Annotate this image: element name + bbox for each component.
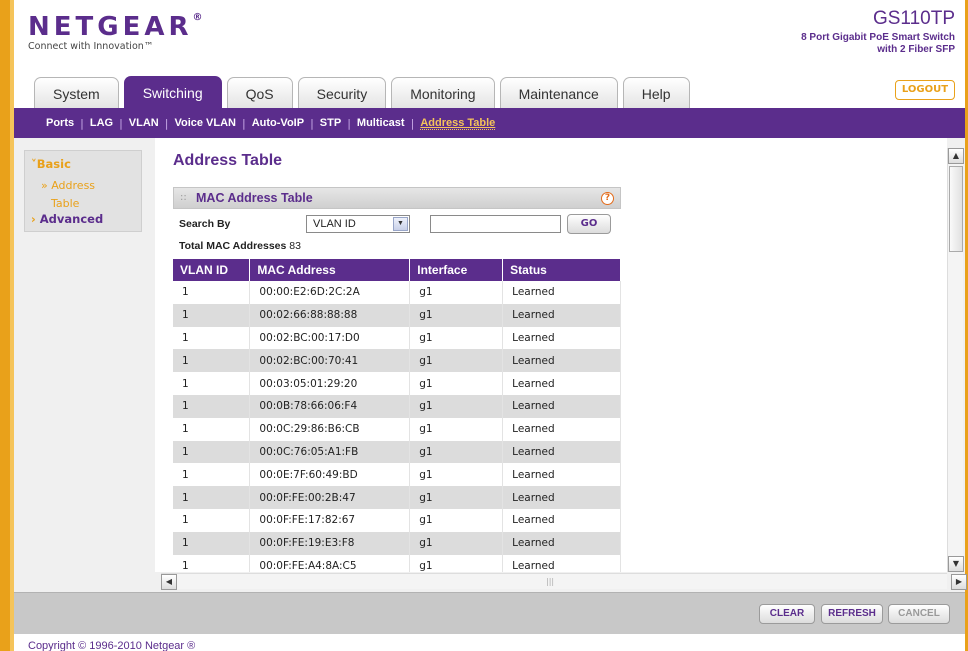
subnav-multicast[interactable]: Multicast (357, 117, 405, 129)
table-row[interactable]: 1 00:0F:FE:00:2B:47 g1 Learned (173, 486, 621, 509)
header: NETGEAR® Connect with Innovation™ GS110T… (14, 0, 965, 76)
column-header-vlan-id[interactable]: VLAN ID (173, 259, 251, 281)
subnav-address-table[interactable]: Address Table (420, 117, 496, 130)
logout-button[interactable]: LOGOUT (895, 80, 955, 100)
table-row[interactable]: 1 00:0B:78:66:06:F4 g1 Learned (173, 394, 621, 418)
help-icon[interactable]: ? (601, 192, 614, 205)
nav-address-table[interactable]: » Address Table (41, 177, 95, 213)
total-mac-addresses: Total MAC Addresses 83 (179, 240, 301, 252)
search-by-label: Search By (179, 218, 231, 230)
horizontal-scrollbar[interactable]: ◀ ||| ▶ (161, 573, 967, 590)
column-header-status[interactable]: Status (502, 259, 621, 281)
netgear-logo: NETGEAR® (28, 12, 203, 42)
refresh-button[interactable]: REFRESH (821, 604, 883, 624)
subnav-vlan[interactable]: VLAN (129, 117, 159, 129)
chevron-down-icon[interactable]: ▼ (393, 217, 408, 231)
table-row[interactable]: 1 00:0C:29:86:B6:CB g1 Learned (173, 417, 621, 441)
table-row[interactable]: 1 00:0F:FE:19:E3:F8 g1 Learned (173, 531, 621, 555)
tab-system[interactable]: System (34, 77, 119, 108)
subnav-lag[interactable]: LAG (90, 117, 113, 129)
table-row[interactable]: 1 00:02:BC:00:17:D0 g1 Learned (173, 326, 621, 350)
subnav: Ports | LAG | VLAN | Voice VLAN | Auto-V… (14, 108, 965, 138)
tab-security[interactable]: Security (297, 77, 387, 108)
scroll-left-icon[interactable]: ◀ (161, 574, 177, 590)
model-name: GS110TP (872, 8, 955, 29)
main-panel: Address Table :: MAC Address Table ? Sea… (155, 138, 947, 572)
column-header-mac-address[interactable]: MAC Address (249, 259, 411, 281)
table-row[interactable]: 1 00:03:05:01:29:20 g1 Learned (173, 372, 621, 395)
go-button[interactable]: GO (567, 214, 611, 234)
panel-title: MAC Address Table (196, 191, 313, 205)
table-row[interactable]: 1 00:02:BC:00:70:41 g1 Learned (173, 349, 621, 373)
nav-basic[interactable]: ˅Basic (31, 157, 71, 171)
tagline: Connect with Innovation™ (28, 41, 154, 52)
search-input[interactable] (430, 215, 561, 233)
panel-header: :: MAC Address Table ? (173, 187, 621, 209)
table-row[interactable]: 1 00:0F:FE:A4:8A:C5 g1 Learned (173, 554, 621, 572)
model-description: 8 Port Gigabit PoE Smart Switch with 2 F… (801, 32, 955, 55)
copyright: Copyright © 1996-2010 Netgear ® (28, 640, 196, 651)
table-row[interactable]: 1 00:0F:FE:17:82:67 g1 Learned (173, 508, 621, 532)
table-row[interactable]: 1 00:0C:76:05:A1:FB g1 Learned (173, 440, 621, 464)
table-row[interactable]: 1 00:02:66:88:88:88 g1 Learned (173, 303, 621, 327)
cancel-button[interactable]: CANCEL (888, 604, 950, 624)
chevron-right-icon: › (31, 212, 40, 226)
nav-advanced[interactable]: › Advanced (31, 212, 103, 226)
tab-monitoring[interactable]: Monitoring (391, 77, 495, 108)
subnav-voice-vlan[interactable]: Voice VLAN (174, 117, 236, 129)
tab-switching[interactable]: Switching (123, 76, 222, 108)
table-row[interactable]: 1 00:0E:7F:60:49:BD g1 Learned (173, 463, 621, 487)
search-by-select[interactable]: VLAN ID ▼ (306, 215, 410, 233)
tab-help[interactable]: Help (622, 77, 690, 108)
scroll-right-icon[interactable]: ▶ (951, 574, 967, 590)
page-title: Address Table (173, 152, 283, 169)
clear-button[interactable]: CLEAR (759, 604, 815, 624)
table-row[interactable]: 1 00:00:E2:6D:2C:2A g1 Learned (173, 281, 621, 304)
drag-handle-icon: :: (180, 192, 187, 203)
content-area: ˅Basic » Address Table › Advanced Addres… (14, 138, 967, 592)
tab-maintenance[interactable]: Maintenance (499, 77, 618, 108)
mac-address-table: VLAN ID MAC Address Interface Status 1 00… (173, 259, 621, 572)
main-tabs: System Switching QoS Security Monitoring… (34, 76, 695, 108)
vertical-scrollbar[interactable]: ▲ ▼ (947, 148, 964, 572)
subnav-ports[interactable]: Ports (46, 117, 74, 129)
scroll-thumb[interactable] (949, 166, 963, 252)
scroll-grip-icon: ||| (546, 577, 555, 586)
subnav-auto-voip[interactable]: Auto-VoIP (252, 117, 304, 129)
scroll-up-icon[interactable]: ▲ (948, 148, 964, 164)
left-nav: ˅Basic » Address Table › Advanced (24, 150, 142, 232)
column-header-interface[interactable]: Interface (409, 259, 504, 281)
subnav-stp[interactable]: STP (320, 117, 341, 129)
scroll-down-icon[interactable]: ▼ (948, 556, 964, 572)
action-bar: CLEAR REFRESH CANCEL (14, 592, 965, 634)
tab-qos[interactable]: QoS (226, 77, 293, 108)
